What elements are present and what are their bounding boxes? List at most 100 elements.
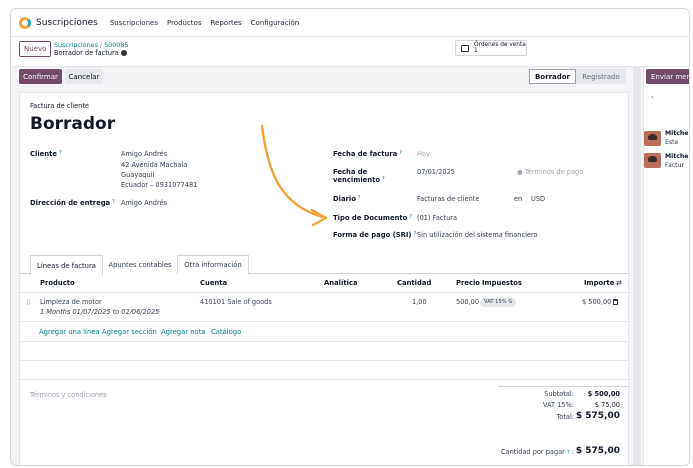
- vat-value: $ 75,00: [594, 401, 620, 409]
- control-panel: Nuevo Suscripciones / S00085 Borrador de f…: [11, 37, 689, 67]
- tax-badge[interactable]: VAT 15% G: [480, 298, 517, 307]
- status-draft[interactable]: Borrador: [529, 69, 576, 84]
- add-line-row: Agregar una línea Agregar sección Agrega…: [20, 322, 630, 342]
- menu-reportes[interactable]: Reportes: [210, 19, 241, 27]
- help-icon[interactable]: ?: [382, 176, 385, 182]
- col-product[interactable]: Producto: [40, 279, 75, 287]
- add-line-link[interactable]: Agregar una línea: [39, 328, 100, 336]
- empty-row: [20, 361, 630, 380]
- invoice-date-field[interactable]: Hoy: [417, 150, 430, 158]
- customer-address-line: Guayaquil: [121, 171, 155, 179]
- status-posted[interactable]: Registrado: [576, 69, 626, 84]
- table-row[interactable]: ⠿ Limpieza de motor 1 Months 01/07/2025 …: [20, 293, 630, 322]
- col-amount[interactable]: Importe: [584, 279, 614, 287]
- amount-due-value: $ 575,00: [575, 446, 620, 456]
- message-text: Factur: [665, 162, 685, 169]
- record-title-text: Borrador de factura: [54, 49, 119, 57]
- document-type-field[interactable]: (01) Factura: [417, 214, 457, 222]
- message-text: Este: [665, 139, 679, 146]
- customer-label-text: Cliente: [30, 150, 57, 158]
- send-message-button[interactable]: Enviar men: [646, 69, 689, 84]
- tab-journal-items[interactable]: Apuntes contables: [103, 255, 177, 274]
- menu-configuracion[interactable]: Configuración: [251, 19, 300, 27]
- payment-terms-field[interactable]: ● Términos de pago: [517, 168, 583, 176]
- avatar[interactable]: [644, 153, 661, 168]
- journal-field[interactable]: Facturas de cliente: [417, 195, 479, 203]
- cancel-button[interactable]: Cancelar: [65, 69, 103, 84]
- help-icon[interactable]: ?: [112, 199, 115, 205]
- gear-icon[interactable]: [120, 50, 127, 56]
- smart-button-count: 1: [474, 48, 478, 54]
- add-note-link[interactable]: Agregar nota: [161, 328, 206, 336]
- help-icon[interactable]: ?: [358, 195, 361, 201]
- action-bar: Confirmar Cancelar Borrador Registrado: [11, 67, 631, 93]
- customer-field[interactable]: Amigo Andrés: [121, 150, 167, 158]
- menu-suscripciones[interactable]: Suscripciones: [110, 19, 158, 27]
- due-date-field[interactable]: 07/01/2025: [417, 168, 455, 176]
- delivery-label-text: Dirección de entrega: [30, 199, 111, 207]
- menu-productos[interactable]: Productos: [167, 19, 202, 27]
- col-account[interactable]: Cuenta: [200, 279, 227, 287]
- help-icon[interactable]: ?: [414, 231, 417, 237]
- help-icon[interactable]: ?: [59, 150, 62, 156]
- invoice-title: Borrador: [30, 114, 116, 134]
- record-title: Borrador de factura: [54, 49, 127, 57]
- journal-in-text: en: [514, 195, 523, 203]
- app-logo-icon[interactable]: [19, 16, 31, 29]
- message-author[interactable]: Mitche: [665, 130, 689, 137]
- payment-form-field[interactable]: Sin utilización del sistema financiero: [417, 231, 538, 239]
- col-analytic[interactable]: Analítica: [324, 279, 358, 287]
- breadcrumb-current[interactable]: S00085: [104, 41, 128, 49]
- app-name[interactable]: Suscripciones: [36, 18, 98, 28]
- payment-terms-placeholder: Términos de pago: [524, 168, 584, 176]
- payment-form-label: Forma de pago (SRI)?: [333, 231, 416, 239]
- document-type-heading: Factura de cliente: [30, 102, 89, 110]
- terms-conditions-field[interactable]: Términos y condiciones: [30, 391, 107, 399]
- totals-divider: [498, 386, 630, 387]
- line-price[interactable]: 500,00: [456, 298, 479, 306]
- col-taxes[interactable]: Impuestos: [482, 279, 522, 287]
- document-type-label-text: Tipo de Documento: [333, 214, 408, 222]
- customer-address-line: 42 Avenida Machala: [121, 161, 188, 169]
- bullet-icon: ●: [517, 168, 525, 176]
- sales-orders-smart-button[interactable]: Órdenes de venta 1: [455, 40, 527, 56]
- help-icon[interactable]: ?: [399, 150, 402, 156]
- due-date-label-line1: Fecha de: [333, 168, 368, 176]
- message-author[interactable]: Mitche: [665, 153, 689, 160]
- due-date-label-line2: vencimiento: [333, 176, 381, 184]
- line-amount: $ 500,00: [582, 298, 612, 306]
- subtotal-value: $ 500,00: [587, 390, 620, 398]
- delivery-address-label: Dirección de entrega?: [30, 199, 115, 207]
- chevron-left-icon[interactable]: ‹: [651, 94, 653, 101]
- edit-document-icon: [461, 44, 469, 52]
- confirm-button[interactable]: Confirmar: [19, 69, 62, 84]
- smart-button-label: Órdenes de venta 1: [474, 42, 526, 54]
- tab-other-info[interactable]: Otra información: [177, 255, 249, 274]
- smart-button-title: Órdenes de venta: [474, 42, 526, 48]
- delivery-address-field[interactable]: Amigo Andrés: [121, 199, 167, 207]
- trash-icon[interactable]: [613, 299, 618, 305]
- col-price[interactable]: Precio: [456, 279, 480, 287]
- tab-invoice-lines[interactable]: Líneas de factura: [30, 255, 103, 275]
- top-navbar: Suscripciones Suscripciones Productos Re…: [11, 9, 689, 37]
- currency-field[interactable]: USD: [531, 195, 545, 203]
- due-date-label: Fecha de vencimiento?: [333, 168, 385, 184]
- help-icon[interactable]: ?: [409, 214, 412, 220]
- invoice-date-label: Fecha de factura?: [333, 150, 402, 158]
- catalog-link[interactable]: Catálogo: [211, 328, 241, 336]
- avatar[interactable]: [644, 131, 661, 146]
- split-divider[interactable]: [633, 67, 641, 465]
- new-button[interactable]: Nuevo: [19, 41, 52, 57]
- lines-table-header: Producto Cuenta Analítica Cantidad Preci…: [20, 274, 630, 293]
- add-section-link[interactable]: Agregar sección: [102, 328, 157, 336]
- invoice-form-sheet: Factura de cliente Borrador Cliente? Ami…: [19, 92, 630, 465]
- line-account[interactable]: 410101 Sale of goods: [200, 298, 272, 306]
- line-description[interactable]: 1 Months 01/07/2025 to 02/06/2025: [40, 308, 159, 316]
- customer-label: Cliente?: [30, 150, 62, 158]
- breadcrumb-parent[interactable]: Suscripciones: [54, 41, 98, 49]
- line-product[interactable]: Limpieza de motor: [40, 298, 102, 306]
- drag-handle-icon[interactable]: ⠿: [26, 299, 31, 307]
- line-quantity[interactable]: 1,00: [412, 298, 427, 306]
- col-quantity[interactable]: Cantidad: [397, 279, 431, 287]
- column-settings-icon[interactable]: ⇄: [616, 279, 622, 287]
